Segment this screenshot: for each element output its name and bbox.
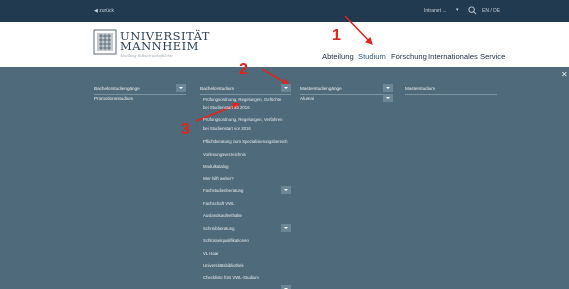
submenu-item[interactable]: Prüfungsordnung, Regelungen, Verfahren: [203, 117, 283, 122]
submenu-item[interactable]: Fachstudienberatung: [203, 188, 243, 193]
submenu-item[interactable]: Schreibberatung: [203, 226, 235, 231]
chevron-down-icon[interactable]: [281, 285, 291, 289]
close-icon[interactable]: ✕: [561, 70, 568, 79]
submenu-item[interactable]: bei Studienstart vor 2016: [203, 126, 251, 131]
menu-promotionsstudium[interactable]: Promotionsstudium: [94, 96, 133, 101]
menu-bachelorstudium[interactable]: Bachelorstudium: [200, 86, 234, 91]
chevron-down-icon[interactable]: [383, 84, 393, 92]
submenu-item[interactable]: VL Haar: [203, 251, 219, 256]
submenu-item[interactable]: Auslandsaufenthalte: [203, 213, 242, 218]
submenu-item[interactable]: bei Studienstart ab 2016: [203, 105, 250, 110]
menu-masterstudiengaenge[interactable]: Masterstudiengänge: [300, 86, 342, 91]
annotation-marker-3: 3: [181, 121, 190, 138]
menu-alumni[interactable]: Alumni: [300, 96, 314, 101]
annotation-arrows: [195, 15, 373, 122]
submenu-item[interactable]: Pflichtberatung zum Spezialisierungsbere…: [203, 139, 288, 144]
annotation-marker-1: 1: [332, 27, 341, 44]
chevron-down-icon[interactable]: [176, 84, 186, 92]
chevron-down-icon[interactable]: [281, 186, 291, 194]
chevron-down-icon[interactable]: [281, 224, 291, 232]
divider: [405, 94, 497, 95]
submenu-item[interactable]: Wer hilft weiter?: [203, 176, 234, 181]
annotation-marker-2: 2: [239, 61, 248, 78]
submenu-item[interactable]: Checkliste fürs VWL-Studium: [203, 275, 259, 280]
divider: [300, 94, 393, 95]
menu-masterstudium[interactable]: Masterstudium: [405, 86, 435, 91]
submenu-item[interactable]: Prüfungsordnung, Regelungen, Gefüchte: [203, 97, 281, 102]
menu-bachelorstudiengaenge[interactable]: Bachelorstudiengänge: [94, 86, 140, 91]
chevron-down-icon[interactable]: [383, 94, 393, 102]
submenu-item[interactable]: Modulkatalog: [203, 164, 229, 169]
divider: [200, 94, 291, 95]
chevron-down-icon[interactable]: [281, 84, 291, 92]
submenu-item[interactable]: Schlüsselqualifikationen: [203, 238, 249, 243]
page: ◀ zurück Intranet ... ▾ EN / DE UNIVERSI…: [0, 0, 569, 289]
submenu-item[interactable]: Vorlesungsverzeichnis: [203, 152, 246, 157]
divider: [94, 94, 186, 95]
submenu-item[interactable]: Fachschaft VWL: [203, 201, 235, 206]
submenu-item[interactable]: Universitätsbibliothek: [203, 263, 244, 268]
